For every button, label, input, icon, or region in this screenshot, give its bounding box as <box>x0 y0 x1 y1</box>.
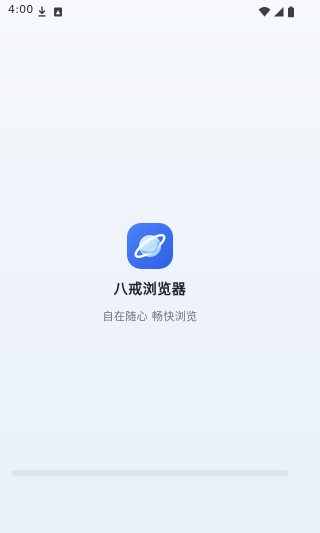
planet-logo-icon <box>0 223 300 269</box>
bottom-bar-placeholder <box>12 470 288 476</box>
app-name: 八戒浏览器 <box>113 282 187 298</box>
signal-icon <box>273 3 285 17</box>
app-slogan: 自在随心 畅快浏览 <box>102 310 198 323</box>
status-bar: 4:00 <box>0 0 300 22</box>
battery-icon <box>287 3 295 18</box>
notification-icon <box>52 3 64 17</box>
wifi-icon <box>258 3 271 17</box>
download-icon <box>36 3 48 17</box>
splash-content: 八戒浏览器 自在随心 畅快浏览 <box>0 223 300 324</box>
status-time: 4:00 <box>8 3 34 16</box>
